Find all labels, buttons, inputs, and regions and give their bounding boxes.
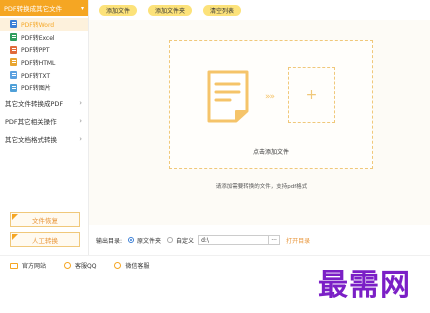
qq-icon — [64, 262, 72, 269]
file-list-area: »» + 点击添加文件 请添加需要转换的文件，支持pdf格式 — [89, 20, 430, 225]
output-label: 输出目录: — [96, 237, 123, 245]
wechat-icon — [114, 262, 122, 269]
sidebar-item-label: PDF转PPT — [21, 47, 50, 55]
qq-support-label: 客服QQ — [75, 263, 97, 270]
custom-folder-label: 自定义 — [176, 237, 195, 245]
sidebar-item-label: PDF转TXT — [21, 72, 51, 80]
file-recovery-button[interactable]: 文件恢复 — [10, 212, 80, 227]
sidebar-item-label: PDF转Word — [21, 21, 55, 29]
dropzone-label: 点击添加文件 — [252, 149, 289, 156]
output-directory-row: 输出目录: 原文件夹 自定义 ··· 打开目录 — [89, 231, 430, 249]
watermark-logo: 最需网 — [318, 268, 411, 303]
custom-folder-radio[interactable] — [167, 237, 174, 243]
manual-convert-button[interactable]: 人工转换 — [10, 232, 80, 247]
sidebar-group-pdf-operations[interactable]: PDF其它相关操作 › — [0, 112, 88, 130]
official-website-link[interactable]: 官方网站 — [10, 261, 46, 270]
open-directory-link[interactable]: 打开目录 — [286, 236, 310, 245]
txt-icon — [10, 71, 17, 80]
sidebar-item-pdf-to-ppt[interactable]: PDF转PPT — [0, 43, 88, 56]
sidebar-group-label: 其它文件转换成PDF — [5, 100, 64, 109]
original-folder-radio[interactable] — [128, 237, 135, 243]
add-file-button[interactable]: 添加文件 — [99, 4, 138, 16]
dropzone-hint: 请添加需要转换的文件，支持pdf格式 — [215, 184, 308, 190]
chevron-right-icon: › — [79, 117, 82, 126]
sidebar: PDF转换成其它文件 ▾ PDF转Word PDF转Excel PDF转PPT … — [0, 0, 89, 255]
sidebar-group-label: PDF其它相关操作 — [5, 118, 57, 127]
toolbar: 添加文件 添加文件夹 清空列表 — [89, 0, 430, 20]
corner-ribbon-icon — [12, 214, 18, 220]
output-path-input[interactable] — [198, 235, 270, 245]
wechat-support-link[interactable]: 微信客服 — [114, 261, 149, 270]
sidebar-item-pdf-to-html[interactable]: PDF转HTML — [0, 56, 88, 69]
sidebar-item-label: PDF转Excel — [21, 34, 55, 42]
file-recovery-label: 文件恢复 — [32, 216, 58, 225]
sidebar-item-pdf-to-txt[interactable]: PDF转TXT — [0, 69, 88, 82]
chevron-right-icon: › — [79, 99, 82, 108]
qq-support-link[interactable]: 客服QQ — [64, 261, 96, 270]
word-icon — [10, 20, 17, 29]
browse-button[interactable]: ··· — [269, 235, 281, 245]
clear-list-button[interactable]: 清空列表 — [203, 4, 242, 16]
sidebar-group-other-formats[interactable]: 其它文档格式转换 › — [0, 130, 88, 148]
corner-ribbon-icon — [12, 234, 18, 240]
sidebar-header-label: PDF转换成其它文件 — [4, 5, 63, 13]
wechat-support-label: 微信客服 — [125, 263, 150, 270]
arrows-right-icon: »» — [265, 92, 275, 102]
sidebar-item-pdf-to-word[interactable]: PDF转Word — [0, 18, 88, 31]
monitor-icon — [10, 262, 18, 269]
sidebar-group-other-to-pdf[interactable]: 其它文件转换成PDF › — [0, 94, 88, 112]
sidebar-item-pdf-to-excel[interactable]: PDF转Excel — [0, 31, 88, 44]
original-folder-label: 原文件夹 — [137, 237, 162, 245]
sidebar-item-pdf-to-image[interactable]: PDF转图片 — [0, 81, 88, 94]
sidebar-item-label: PDF转图片 — [21, 85, 51, 93]
official-website-label: 官方网站 — [22, 263, 47, 270]
document-icon — [207, 70, 249, 123]
image-icon — [10, 83, 17, 92]
excel-icon — [10, 33, 17, 42]
manual-convert-label: 人工转换 — [32, 236, 58, 245]
chevron-right-icon: › — [79, 135, 82, 144]
sidebar-item-label: PDF转HTML — [21, 59, 56, 67]
add-folder-button[interactable]: 添加文件夹 — [148, 4, 193, 16]
ppt-icon — [10, 45, 17, 54]
add-file-dropzone[interactable]: »» + 点击添加文件 — [169, 40, 373, 169]
sidebar-sub-list: PDF转Word PDF转Excel PDF转PPT PDF转HTML PDF转… — [0, 16, 88, 94]
html-icon — [10, 58, 17, 67]
sidebar-header-pdf-to-other[interactable]: PDF转换成其它文件 ▾ — [0, 0, 88, 16]
plus-icon: + — [288, 67, 335, 123]
chevron-down-icon: ▾ — [80, 4, 84, 12]
sidebar-group-label: 其它文档格式转换 — [5, 136, 57, 145]
